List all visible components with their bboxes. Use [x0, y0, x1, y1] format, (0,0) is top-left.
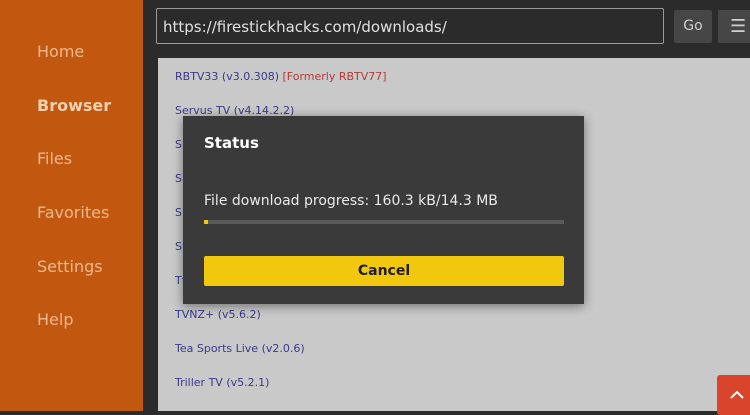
download-link-name: Tea Sports Live (v2.0.6)	[175, 342, 305, 355]
sidebar-item-favorites[interactable]: Favorites	[37, 203, 109, 222]
list-item[interactable]: Tea Sports Live (v2.0.6)	[175, 342, 305, 355]
menu-icon: ☰	[730, 16, 747, 37]
list-item[interactable]: TVNZ+ (v5.6.2)	[175, 308, 261, 321]
list-item[interactable]: Triller TV (v5.2.1)	[175, 376, 269, 389]
go-button[interactable]: Go	[674, 10, 712, 43]
chevron-up-icon	[730, 390, 744, 399]
url-text: https://firestickhacks.com/downloads/	[163, 18, 447, 36]
download-link-name: RBTV33 (v3.0.308)	[175, 70, 280, 83]
sidebar-item-files[interactable]: Files	[37, 149, 72, 168]
scroll-up-button[interactable]	[717, 375, 750, 415]
sidebar: Home Browser Files Favorites Settings He…	[0, 0, 143, 411]
download-link-name: TVNZ+ (v5.6.2)	[175, 308, 261, 321]
status-dialog: Status File download progress: 160.3 kB/…	[183, 116, 584, 304]
list-item[interactable]: RBTV33 (v3.0.308) [Formerly RBTV77]	[175, 70, 387, 83]
sidebar-item-settings[interactable]: Settings	[37, 257, 103, 276]
download-progress-text: File download progress: 160.3 kB/14.3 MB	[204, 193, 498, 209]
sidebar-item-browser[interactable]: Browser	[37, 96, 111, 115]
download-progress-bar	[204, 220, 564, 224]
download-progress-fill	[204, 220, 208, 224]
cancel-button[interactable]: Cancel	[204, 256, 564, 286]
menu-button[interactable]: ☰	[718, 10, 750, 43]
sidebar-item-home[interactable]: Home	[37, 42, 84, 61]
download-link-name: Triller TV (v5.2.1)	[175, 376, 270, 389]
sidebar-item-help[interactable]: Help	[37, 310, 73, 329]
dialog-title: Status	[204, 134, 259, 152]
download-link-note: [Formerly RBTV77]	[282, 70, 387, 83]
url-input[interactable]: https://firestickhacks.com/downloads/	[156, 8, 664, 44]
